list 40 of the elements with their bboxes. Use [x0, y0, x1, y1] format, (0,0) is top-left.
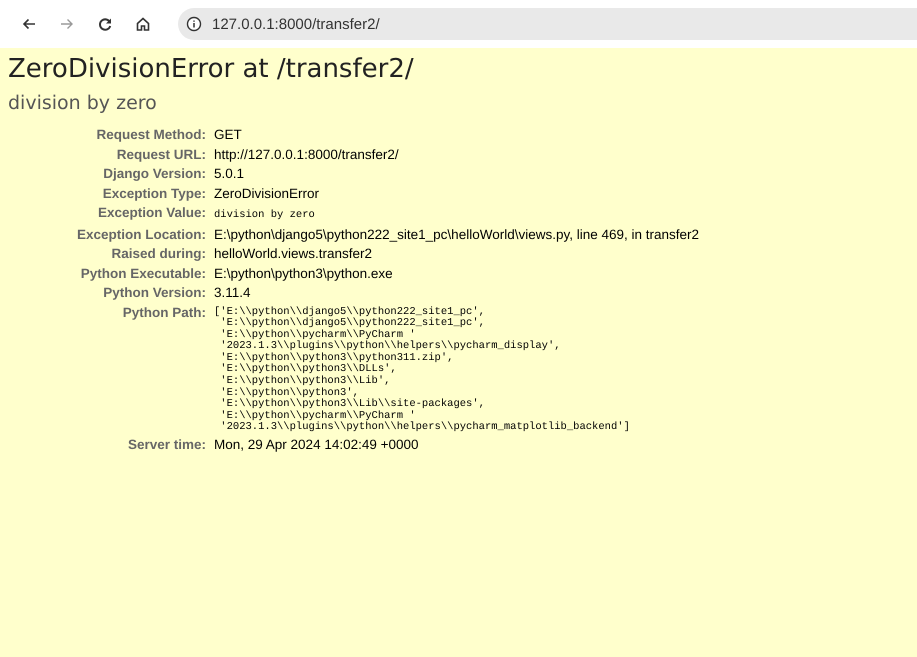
- info-icon[interactable]: [186, 16, 202, 32]
- meta-label: Raised during:: [111, 246, 206, 261]
- error-message: division by zero: [8, 91, 158, 116]
- reload-icon[interactable]: [97, 16, 113, 32]
- meta-value: GET: [214, 127, 242, 142]
- path-line: 'E:\\python\\python3\\Lib\\site-packages',: [219, 398, 485, 410]
- back-icon[interactable]: [21, 16, 37, 32]
- path-line: 'E:\\python\\django5\\python222_site1_pc',: [220, 317, 485, 330]
- url-text: 127.0.0.1:8000/transfer2/: [212, 16, 380, 32]
- path-line: '2023.1.3\\plugins\\python\\helpers\\pycharm_display',: [219, 340, 561, 352]
- meta-label: Django Version:: [103, 166, 206, 181]
- meta-value: helloWorld.views.transfer2: [214, 246, 372, 261]
- path-line: 'E:\\python\\python3\\Lib',: [219, 375, 390, 388]
- meta-value: division by zero: [214, 209, 315, 221]
- path-line: 'E:\\python\\pycharm\\PyCharm ': [219, 410, 416, 422]
- path-line: ['E:\\python\\django5\\python222_site1_pc',: [214, 306, 485, 318]
- meta-value: http://127.0.0.1:8000/transfer2/: [214, 146, 399, 162]
- meta-value: 3.11.4: [214, 285, 251, 300]
- meta-label: Request URL:: [116, 146, 206, 162]
- path-line: '2023.1.3\\plugins\\python\\helpers\\pycharm_matplotlib_backend']: [219, 421, 630, 434]
- path-line: 'E:\\python\\python3\\python311.zip',: [219, 352, 454, 364]
- meta-label: Exception Type:: [102, 186, 206, 200]
- meta-value: Mon, 29 Apr 2024 14:02:49 +0000: [214, 437, 419, 452]
- address-bar[interactable]: 127.0.0.1:8000/transfer2/: [178, 8, 917, 40]
- meta-label: Exception Value:: [98, 205, 206, 220]
- meta-label: Request Method:: [96, 127, 206, 142]
- path-line: 'E:\\python\\python3\\DLLs',: [219, 363, 397, 376]
- meta-value: E:\python\python3\python.exe: [214, 266, 393, 280]
- meta-label: Exception Location:: [76, 226, 206, 242]
- meta-label: Python Path:: [122, 304, 206, 320]
- home-icon[interactable]: [135, 16, 151, 32]
- meta-label: Server time:: [128, 437, 206, 452]
- meta-label: Python Version:: [103, 285, 206, 300]
- meta-value: ZeroDivisionError: [214, 186, 320, 200]
- error-title: ZeroDivisionError at /transfer2/: [8, 53, 415, 86]
- meta-value: E:\python\django5\python222_site1_pc\helloWorld\views.py, line 469, in transfer2: [214, 226, 700, 242]
- path-line: 'E:\\python\\python3',: [219, 386, 359, 399]
- meta-value: 5.0.1: [214, 166, 244, 181]
- path-line: 'E:\\python\\pycharm\\PyCharm ': [219, 328, 416, 341]
- meta-label: Python Executable:: [80, 266, 206, 280]
